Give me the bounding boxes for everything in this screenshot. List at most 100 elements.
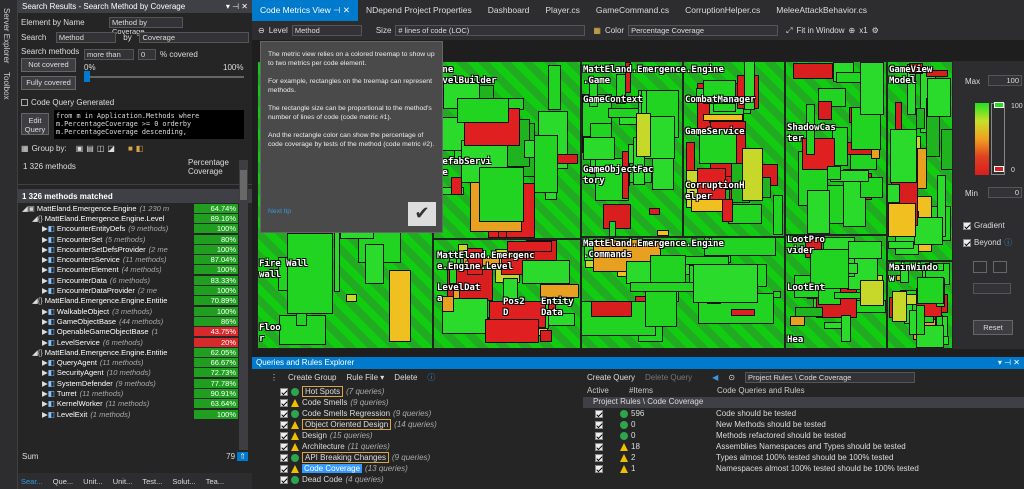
group-checkbox[interactable] [280, 398, 288, 407]
delete-button[interactable]: Delete [394, 373, 417, 382]
tree-row[interactable]: ◢ {} MattEland.Emergence.Engine.Entitie 62… [18, 347, 252, 357]
group-namespace-icon[interactable]: ▤ [86, 144, 94, 153]
rule-path-dropdown[interactable]: Project Rules \ Code Coverage [745, 372, 916, 383]
tree-row[interactable]: ▶ ◧ EncounterData (6 methods) 83.33% [18, 275, 252, 285]
tree-row[interactable]: ▶ ◧ LevelExit (1 methods) 100% [18, 409, 252, 419]
rule-active-checkbox[interactable] [595, 453, 603, 462]
bottom-tab[interactable]: Que... [53, 477, 73, 486]
rule-active-checkbox[interactable] [595, 409, 603, 418]
tree-row[interactable]: ▶ ◧ SecurityAgent (10 methods) 72.73% [18, 368, 252, 378]
toolbox-tab[interactable]: Toolbox [2, 72, 11, 100]
tree-row[interactable]: ▶ ◧ EncounterElement (4 methods) 100% [18, 265, 252, 275]
tree-row[interactable]: ▶ ◧ QueryAgent (11 methods) 66.67% [18, 357, 252, 368]
query-group-item[interactable]: Hot Spots (7 queries) [280, 386, 583, 397]
checkmark-icon[interactable]: ✔ [408, 202, 436, 226]
percent-input[interactable]: 0 [138, 49, 156, 60]
namespace-block[interactable] [683, 61, 785, 237]
bottom-tab[interactable]: Tea... [206, 477, 224, 486]
tree-row[interactable]: ◢ {} MattEland.Emergence.Engine.Level 89.1… [18, 213, 252, 223]
rule-active-checkbox[interactable] [595, 442, 603, 451]
by-dropdown[interactable]: Coverage [139, 32, 249, 43]
delete-query-button[interactable]: Delete Query [645, 373, 692, 382]
tree-row[interactable]: ▶ ◧ EncounterEntityDefs (9 methods) 100% [18, 224, 252, 234]
tree-row[interactable]: ▶ ◧ EncounterSet (5 methods) 80% [18, 234, 252, 244]
create-query-button[interactable]: Create Query [587, 373, 635, 382]
info-icon[interactable]: ⓘ [427, 372, 435, 383]
query-group-item[interactable]: Object Oriented Design (14 queries) [280, 419, 583, 430]
zoom-icon[interactable]: ⊕ [849, 26, 856, 35]
fit-window-button[interactable]: Fit in Window [796, 26, 844, 35]
remove-level-icon[interactable] [993, 261, 1007, 273]
bottom-tab[interactable]: Solut... [172, 477, 195, 486]
color-metric-dropdown[interactable]: Percentage Coverage [628, 25, 779, 36]
document-tab[interactable]: Dashboard [480, 0, 538, 21]
percentage-coverage-header[interactable]: Percentage Coverage [188, 158, 238, 176]
close-icon[interactable]: ▾ ⊣ ✕ [998, 358, 1020, 367]
group-checkbox[interactable] [280, 431, 288, 440]
group-checkbox[interactable] [280, 442, 288, 451]
add-level-icon[interactable] [973, 261, 987, 273]
tree-row[interactable]: ▶ ◧ SystemDefender (9 methods) 77.78% [18, 378, 252, 388]
tree-row[interactable]: ▶ ◧ LevelService (6 methods) 20% [18, 337, 252, 347]
settings-icon[interactable]: ⚙ [872, 26, 879, 35]
document-tab[interactable]: NDepend Project Properties [358, 0, 480, 21]
max-input[interactable]: 100 [988, 75, 1022, 86]
document-tab[interactable]: CorruptionHelper.cs [677, 0, 768, 21]
rule-row[interactable]: 18 Assemblies Namespaces and Types should… [583, 441, 1024, 452]
fit-window-icon[interactable]: ⤢ [786, 26, 792, 36]
namespace-block[interactable] [581, 61, 683, 237]
document-tab[interactable]: Code Metrics View ⊣ ✕ [252, 0, 358, 21]
rule-row[interactable]: 0 Methods refactored should be tested [583, 430, 1024, 441]
min-input[interactable]: 0 [988, 187, 1022, 198]
rule-file-button[interactable]: Rule File ▾ [346, 373, 384, 382]
max-handle[interactable] [994, 102, 1004, 108]
comparison-dropdown[interactable]: more than [84, 49, 134, 60]
color-scheme-dropdown[interactable] [973, 283, 1011, 294]
rule-row[interactable]: 596 Code should be tested [583, 408, 1024, 419]
namespace-block[interactable] [785, 61, 887, 235]
query-group-item[interactable]: Code Coverage (13 queries) [280, 463, 583, 474]
element-value[interactable]: Method by Coverage [109, 17, 183, 36]
namespace-block[interactable] [887, 61, 953, 261]
tree-row[interactable]: ◢ {} MattEland.Emergence.Engine.Entitie 70… [18, 296, 252, 306]
query-group-item[interactable]: Design (15 queries) [280, 430, 583, 441]
items-col[interactable]: #Items [617, 386, 717, 397]
forward-icon[interactable]: ⊙ [728, 373, 735, 382]
group-checkbox[interactable] [280, 409, 288, 418]
coverage-slider-thumb[interactable] [84, 71, 90, 82]
query-group-item[interactable]: API Breaking Changes (9 queries) [280, 452, 583, 463]
rule-row[interactable]: 0 New Methods should be tested [583, 419, 1024, 430]
rule-row[interactable]: 2 Types almost 100% tested should be 100%… [583, 452, 1024, 463]
active-col[interactable]: Active [583, 386, 617, 397]
edit-query-button[interactable]: Edit Query [21, 113, 49, 135]
group-checkbox[interactable] [280, 387, 288, 396]
rule-active-checkbox[interactable] [595, 431, 603, 440]
rule-active-checkbox[interactable] [595, 464, 603, 473]
level-dropdown[interactable]: Method [291, 25, 362, 36]
bottom-tab[interactable]: Unit... [83, 477, 103, 486]
query-group-item[interactable]: Dead Code (4 queries) [280, 474, 583, 485]
group-checkbox[interactable] [280, 420, 288, 429]
export-icon[interactable]: ◧ [136, 144, 144, 153]
not-covered-button[interactable]: Not covered [21, 58, 76, 72]
tree-row[interactable]: ▶ ◧ EncounterSetDefsProvider (2 me 100% [18, 244, 252, 254]
back-icon[interactable]: ◀ [712, 373, 718, 382]
reset-button[interactable]: Reset [973, 320, 1013, 335]
min-handle[interactable] [994, 166, 1004, 172]
group-checkbox[interactable] [280, 464, 288, 473]
bottom-tab[interactable]: Unit... [113, 477, 133, 486]
tree-row[interactable]: ◢ ▣ MattEland.Emergence.Engine (1 230 m 64.… [18, 203, 252, 213]
group-assembly-icon[interactable]: ▣ [76, 144, 84, 153]
tree-row[interactable]: ▶ ◧ GameObjectBase (44 methods) 86% [18, 316, 252, 326]
query-group-item[interactable]: Architecture (11 queries) [280, 441, 583, 452]
query-group-item[interactable]: Code Smells Regression (9 queries) [280, 408, 583, 419]
namespace-block[interactable] [433, 61, 581, 239]
group-checkbox[interactable] [280, 453, 288, 462]
tree-row[interactable]: ▶ ◧ WalkableObject (3 methods) 100% [18, 306, 252, 316]
folder-icon[interactable]: ■ [128, 144, 133, 153]
tree-row[interactable]: ▶ ◧ OpenableGameObjectBase (1 43.75% [18, 327, 252, 337]
rule-row[interactable]: 1 Namespaces almost 100% tested should be… [583, 463, 1024, 474]
tree-row[interactable]: ▶ ◧ EncounterDataProvider (2 me 100% [18, 285, 252, 296]
document-tab[interactable]: MeleeAttackBehavior.cs [768, 0, 875, 21]
size-metric-dropdown[interactable]: # lines of code (LOC) [395, 25, 586, 36]
